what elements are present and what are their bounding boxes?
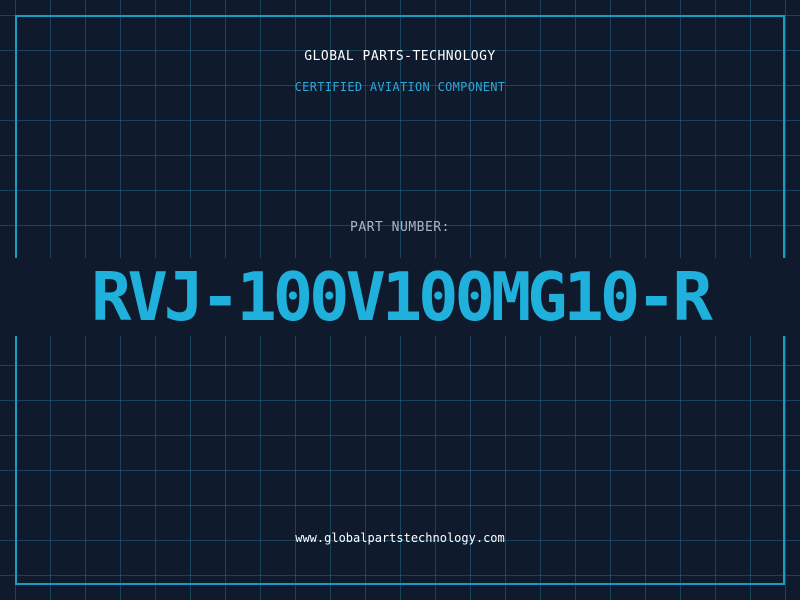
company-name: GLOBAL PARTS-TECHNOLOGY: [304, 49, 496, 64]
part-number-value: RVJ-100V100MG10-R: [91, 258, 713, 336]
part-number-label: PART NUMBER:: [350, 220, 450, 235]
website-url: www.globalpartstechnology.com: [295, 531, 505, 545]
certification-subtitle: CERTIFIED AVIATION COMPONENT: [294, 80, 506, 94]
part-label-card: GLOBAL PARTS-TECHNOLOGY CERTIFIED AVIATI…: [0, 0, 800, 600]
